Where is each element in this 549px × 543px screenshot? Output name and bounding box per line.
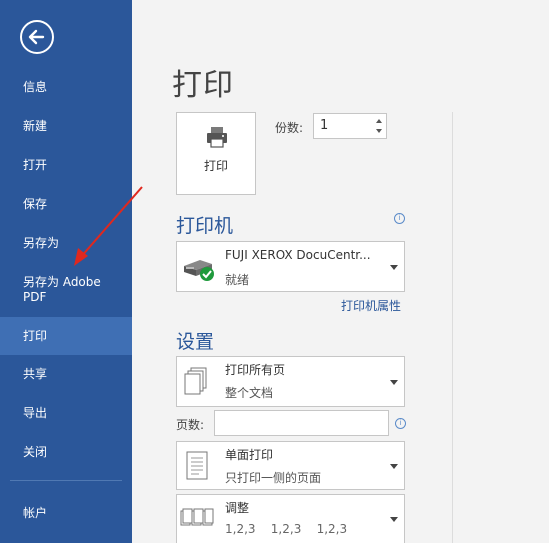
page-title: 打印	[172, 68, 234, 103]
chevron-down-icon	[390, 517, 398, 522]
copies-stepper[interactable]: 1	[313, 113, 387, 139]
pages-input[interactable]	[214, 410, 389, 436]
increment-icon[interactable]	[376, 119, 382, 123]
sides-label: 单面打印	[225, 448, 274, 462]
print-button-label: 打印	[203, 159, 228, 173]
chevron-down-icon	[390, 265, 398, 270]
chevron-down-icon	[390, 464, 398, 469]
nav-item-share[interactable]: 共享	[0, 367, 132, 382]
nav-item-print[interactable]: 打印	[0, 317, 132, 355]
printer-name: FUJI XEROX DocuCentr...	[225, 248, 371, 262]
settings-section-title: 设置	[176, 331, 215, 353]
pages-label: 页数:	[176, 418, 205, 432]
nav-item-new[interactable]: 新建	[0, 119, 132, 134]
pages-icon	[184, 367, 207, 395]
sides-description: 只打印一侧的页面	[225, 471, 322, 485]
nav-item-export[interactable]: 导出	[0, 406, 132, 421]
info-icon[interactable]: i	[394, 213, 405, 224]
sidebar-divider	[10, 480, 122, 481]
copies-value: 1	[320, 118, 329, 133]
printer-status: 就绪	[225, 273, 250, 287]
print-range-description: 整个文档	[225, 386, 274, 400]
one-sided-icon	[186, 451, 208, 480]
nav-item-save-as-adobe-pdf[interactable]: 另存为 Adobe PDF	[0, 275, 120, 305]
arrow-left-icon	[28, 29, 45, 45]
print-button[interactable]: 打印	[176, 112, 256, 195]
printer-dropdown[interactable]: FUJI XEROX DocuCentr... 就绪	[176, 241, 405, 292]
nav-item-open[interactable]: 打开	[0, 158, 132, 173]
nav-item-account[interactable]: 帐户	[0, 506, 132, 521]
chevron-down-icon	[390, 380, 398, 385]
sides-dropdown[interactable]: 单面打印 只打印一侧的页面	[176, 441, 405, 490]
printer-properties-link[interactable]: 打印机属性	[341, 297, 401, 314]
nav-item-close[interactable]: 关闭	[0, 445, 132, 460]
collate-description: 1,2,3 1,2,3 1,2,3	[225, 522, 348, 536]
copies-label: 份数:	[275, 121, 304, 135]
nav-item-save[interactable]: 保存	[0, 197, 132, 212]
collate-icon	[180, 508, 214, 526]
print-range-label: 打印所有页	[225, 363, 286, 377]
printer-section-title: 打印机	[176, 215, 234, 237]
back-button[interactable]	[20, 20, 54, 54]
decrement-icon[interactable]	[376, 129, 382, 133]
nav-item-info[interactable]: 信息	[0, 80, 132, 95]
preview-divider	[452, 112, 453, 543]
printer-icon	[207, 127, 227, 148]
collate-dropdown[interactable]: 调整 1,2,3 1,2,3 1,2,3	[176, 494, 405, 543]
print-range-dropdown[interactable]: 打印所有页 整个文档	[176, 356, 405, 407]
printer-ready-icon	[184, 260, 214, 281]
info-icon[interactable]: i	[395, 418, 406, 429]
nav-item-save-as[interactable]: 另存为	[0, 236, 132, 251]
backstage-sidebar: 信息 新建 打开 保存 另存为 另存为 Adobe PDF 打印 共享 导出 关…	[0, 0, 132, 543]
collate-label: 调整	[225, 501, 250, 515]
